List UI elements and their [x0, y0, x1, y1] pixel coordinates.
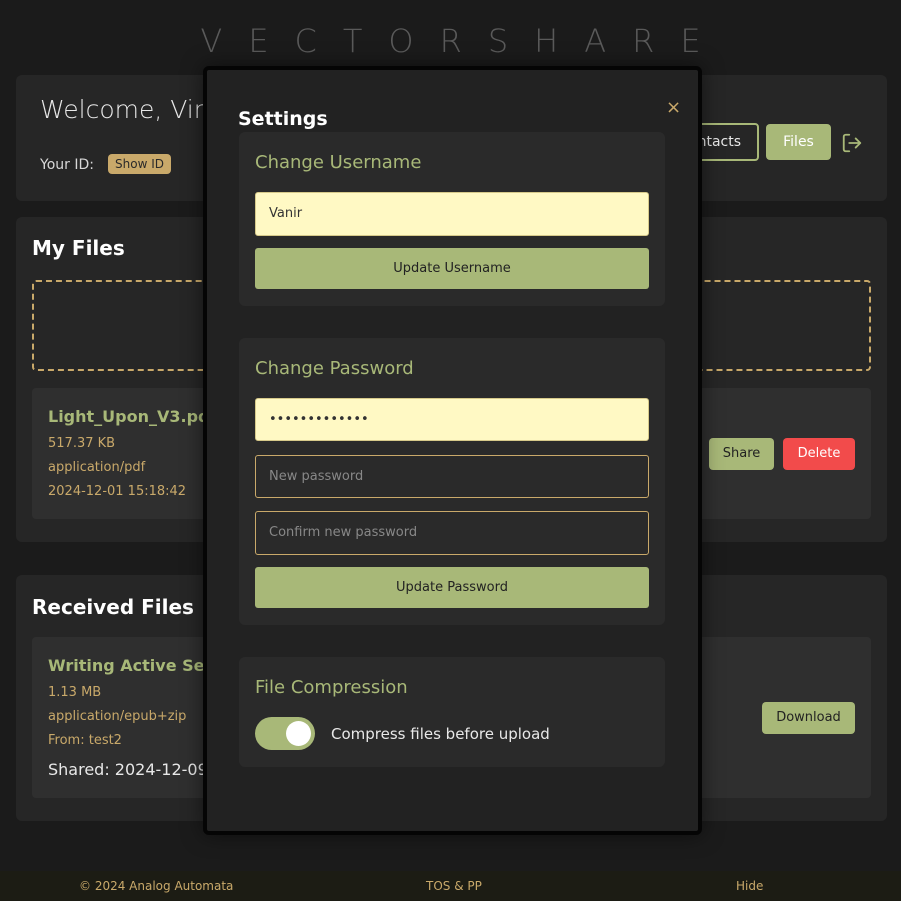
files-button[interactable]: Files: [766, 124, 831, 160]
received-files-title: Received Files: [32, 595, 194, 619]
file-name[interactable]: Light_Upon_V3.pd: [48, 407, 210, 426]
footer-copyright: © 2024 Analog Automata: [79, 879, 234, 893]
show-id-button[interactable]: Show ID: [108, 154, 171, 174]
download-button[interactable]: Download: [762, 702, 855, 734]
username-input[interactable]: Vanir: [255, 192, 649, 236]
toggle-knob: [286, 721, 311, 746]
change-password-panel: Change Password ••••••••••••• New passwo…: [239, 338, 665, 625]
new-password-input[interactable]: New password: [255, 455, 649, 498]
footer: © 2024 Analog Automata TOS & PP Hide: [0, 871, 901, 901]
welcome-heading: Welcome, Vinc: [40, 95, 224, 124]
file-compression-panel: File Compression Compress files before u…: [239, 657, 665, 767]
logout-icon[interactable]: [841, 132, 863, 154]
file-compression-title: File Compression: [255, 677, 408, 698]
change-username-title: Change Username: [255, 152, 422, 173]
update-password-button[interactable]: Update Password: [255, 567, 649, 608]
confirm-password-input[interactable]: Confirm new password: [255, 511, 649, 555]
current-password-input[interactable]: •••••••••••••: [255, 398, 649, 441]
footer-tos-link[interactable]: TOS & PP: [426, 879, 482, 893]
file-type: application/pdf: [48, 460, 146, 475]
my-files-title: My Files: [32, 236, 125, 260]
received-file-type: application/epub+zip: [48, 709, 187, 724]
received-file-name[interactable]: Writing Active Sett: [48, 656, 220, 675]
file-date: 2024-12-01 15:18:42: [48, 484, 187, 499]
your-id-label: Your ID:: [40, 157, 94, 173]
compression-toggle-label: Compress files before upload: [331, 725, 550, 743]
change-password-title: Change Password: [255, 358, 414, 379]
settings-title: Settings: [238, 108, 328, 130]
share-button[interactable]: Share: [709, 438, 774, 470]
received-file-shared: Shared: 2024-12-09: [48, 760, 208, 779]
close-icon[interactable]: ×: [666, 97, 681, 118]
change-username-panel: Change Username Vanir Update Username: [239, 132, 665, 306]
update-username-button[interactable]: Update Username: [255, 248, 649, 289]
received-file-size: 1.13 MB: [48, 685, 102, 700]
received-file-from: From: test2: [48, 733, 122, 748]
file-size: 517.37 KB: [48, 436, 116, 451]
settings-modal: Settings × Change Username Vanir Update …: [203, 66, 702, 835]
compression-toggle[interactable]: [255, 717, 315, 750]
footer-hide-link[interactable]: Hide: [736, 879, 763, 893]
delete-button[interactable]: Delete: [783, 438, 855, 470]
brand-logo-text: VECTORSHARE: [200, 22, 727, 60]
